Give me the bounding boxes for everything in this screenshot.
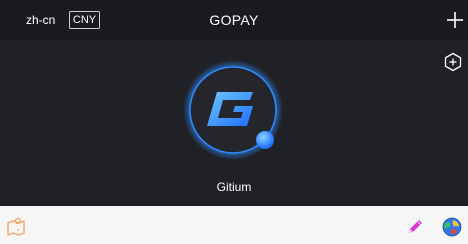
map-pin-icon[interactable] [6,217,26,237]
globe-icon[interactable] [442,217,462,237]
plus-icon[interactable] [446,11,464,29]
app-title: GOPAY [209,12,259,28]
bottom-bar [0,206,468,244]
top-bar: zh-cn CNY GOPAY [0,0,468,40]
gitium-logo-icon[interactable] [183,60,283,160]
wallet-name: Gitium [216,180,252,194]
app-root: zh-cn CNY GOPAY Gitium [0,0,468,244]
wallet-panel: Gitium [0,40,468,206]
hexagon-plus-icon[interactable] [443,52,463,72]
pencil-icon[interactable] [405,217,425,237]
